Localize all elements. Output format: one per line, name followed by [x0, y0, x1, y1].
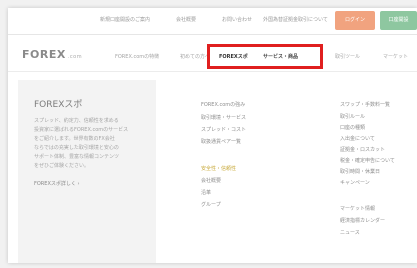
- nav-item-beginners[interactable]: 初めての方へ: [180, 53, 210, 60]
- menu-link[interactable]: キャンペーン: [340, 179, 370, 186]
- utility-bar: 新規口座開設のご案内 会社概要 お問い合わせ 外国為替証拠金取引について ログイ…: [8, 8, 417, 35]
- menu-link[interactable]: 取扱通貨ペア一覧: [201, 138, 241, 145]
- nav-item-features[interactable]: FOREX.comの特徴: [115, 53, 159, 60]
- mega-menu-dropdown: FOREXスポ スプレッド、約定力、信頼性を求める 投資家に選ばれるFOREX.…: [18, 80, 417, 263]
- menu-link[interactable]: ニュース: [340, 229, 360, 236]
- menu-link[interactable]: グループ: [201, 201, 221, 208]
- mega-menu-description-line: をぜひご体験ください。: [34, 163, 90, 169]
- mega-menu-intro-panel: FOREXスポ スプレッド、約定力、信頼性を求める 投資家に選ばれるFOREX.…: [18, 80, 156, 263]
- mega-menu-title: FOREXスポ: [34, 100, 83, 110]
- forex-logo[interactable]: FOREX .com: [22, 48, 82, 61]
- browser-page: 新規口座開設のご案内 会社概要 お問い合わせ 外国為替証拠金取引について ログイ…: [8, 8, 417, 263]
- menu-link[interactable]: FOREX.comの強み: [201, 101, 245, 108]
- menu-link[interactable]: スプレッド・コスト: [201, 126, 246, 133]
- menu-link[interactable]: 証拠金・ロスカット: [340, 146, 385, 153]
- login-button[interactable]: ログイン: [335, 11, 375, 30]
- menu-link[interactable]: 取引時間・休業日: [340, 168, 380, 175]
- mega-menu-description-line: 投資家に選ばれるFOREX.comのサービス: [34, 127, 129, 133]
- mega-menu-description-line: サポート体制、豊富な情報コンテンツ: [34, 154, 120, 160]
- menu-link-heading[interactable]: 安全性・信頼性: [201, 165, 236, 172]
- menu-link[interactable]: 経済指標カレンダー: [340, 217, 385, 224]
- nav-item-market[interactable]: マーケット: [383, 53, 408, 60]
- open-account-button[interactable]: 口座開設: [380, 11, 417, 30]
- menu-link[interactable]: 口座の種類: [340, 124, 365, 131]
- menu-link[interactable]: 会社概要: [201, 177, 221, 184]
- topbar-link[interactable]: お問い合わせ: [222, 16, 252, 23]
- topbar-link[interactable]: 会社概要: [176, 16, 196, 23]
- topbar-link[interactable]: 新規口座開設のご案内: [100, 16, 150, 23]
- logo-suffix: .com: [67, 54, 83, 60]
- mega-menu-more-link[interactable]: FOREXスポ詳しく ›: [34, 180, 79, 187]
- mega-menu-description-line: ならではの充実した取引環境と安心の: [34, 145, 119, 151]
- menu-link[interactable]: 税金・確定申告について: [340, 157, 395, 164]
- highlight-annotation-box: [207, 44, 323, 69]
- menu-link[interactable]: 取引ルール: [340, 113, 365, 120]
- menu-link[interactable]: 入出金について: [340, 135, 375, 142]
- menu-link[interactable]: スワップ・手数料一覧: [340, 101, 390, 108]
- menu-link[interactable]: 沿革: [201, 189, 211, 196]
- topbar-link[interactable]: 外国為替証拠金取引について: [263, 16, 328, 23]
- logo-text: FOREX: [22, 48, 66, 61]
- site-header: FOREX .com FOREX.comの特徴 初めての方へ FOREXスポ サー…: [8, 35, 417, 72]
- mega-menu-description-line: スプレッド、約定力、信頼性を求める: [34, 118, 119, 124]
- mega-menu-description-line: をご紹介します。世界有数のFX会社: [34, 136, 115, 142]
- menu-link[interactable]: 取引環境・サービス: [201, 114, 246, 121]
- menu-link[interactable]: マーケット情報: [340, 205, 375, 212]
- nav-item-tools[interactable]: 取引ツール: [335, 53, 360, 60]
